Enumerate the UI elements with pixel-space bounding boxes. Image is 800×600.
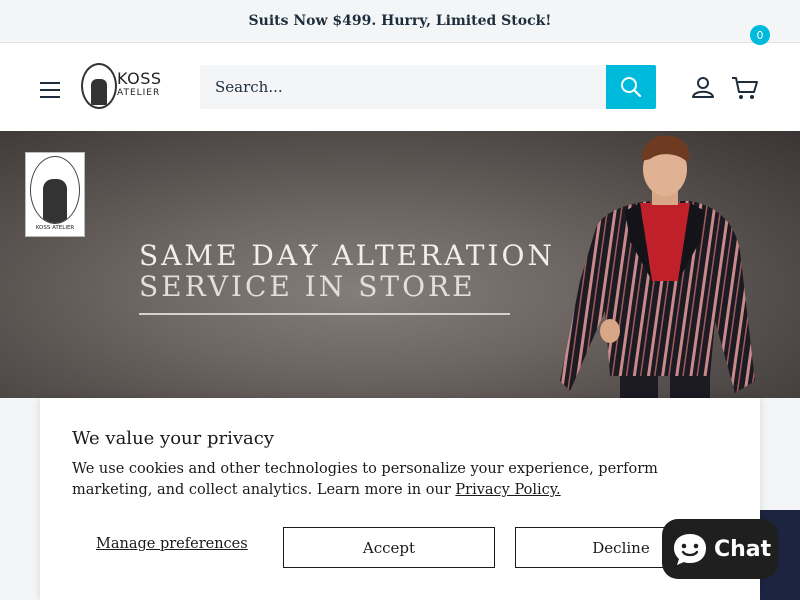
hero-headline: SAME DAY ALTERATION — [139, 239, 555, 272]
cookie-description-text: We use cookies and other technologies to… — [72, 461, 658, 498]
search-icon — [621, 77, 642, 98]
cookie-consent-banner: We value your privacy We use cookies and… — [40, 398, 760, 600]
hero-badge-text: KOSS ATELIER — [35, 225, 75, 231]
logo-text-atelier: ATELIER — [117, 88, 161, 98]
site-header: KOSS ATELIER — [0, 43, 800, 131]
hero-divider — [139, 313, 510, 315]
chat-button[interactable]: Chat — [662, 519, 778, 579]
account-icon[interactable] — [692, 76, 714, 98]
logo-text-koss: KOSS — [117, 69, 162, 88]
menu-icon[interactable] — [40, 82, 60, 98]
hero-subheadline: SERVICE IN STORE — [139, 270, 476, 303]
hero-banner[interactable]: KOSS ATELIER SAME DAY ALTERATION SERVICE… — [0, 131, 800, 398]
chat-bubble-icon — [674, 534, 706, 565]
cart-icon[interactable] — [731, 73, 759, 101]
hero-model-image — [560, 135, 755, 398]
manage-preferences-link[interactable]: Manage preferences — [96, 536, 248, 552]
site-logo[interactable]: KOSS ATELIER — [81, 63, 163, 109]
announcement-text: Suits Now $499. Hurry, Limited Stock! — [248, 13, 552, 29]
logo-emblem — [81, 63, 117, 109]
chat-label: Chat — [714, 536, 772, 562]
cookie-title: We value your privacy — [72, 428, 274, 449]
accept-button[interactable]: Accept — [283, 527, 495, 568]
cart-count-badge: 0 — [750, 25, 770, 45]
search-input[interactable] — [200, 65, 606, 109]
search-button[interactable] — [606, 65, 656, 109]
cookie-description: We use cookies and other technologies to… — [72, 459, 722, 501]
hero-badge-emblem — [30, 156, 80, 224]
announcement-bar: Suits Now $499. Hurry, Limited Stock! — [0, 0, 800, 43]
privacy-policy-link[interactable]: Privacy Policy. — [455, 482, 560, 498]
hero-logo-badge: KOSS ATELIER — [25, 152, 85, 237]
